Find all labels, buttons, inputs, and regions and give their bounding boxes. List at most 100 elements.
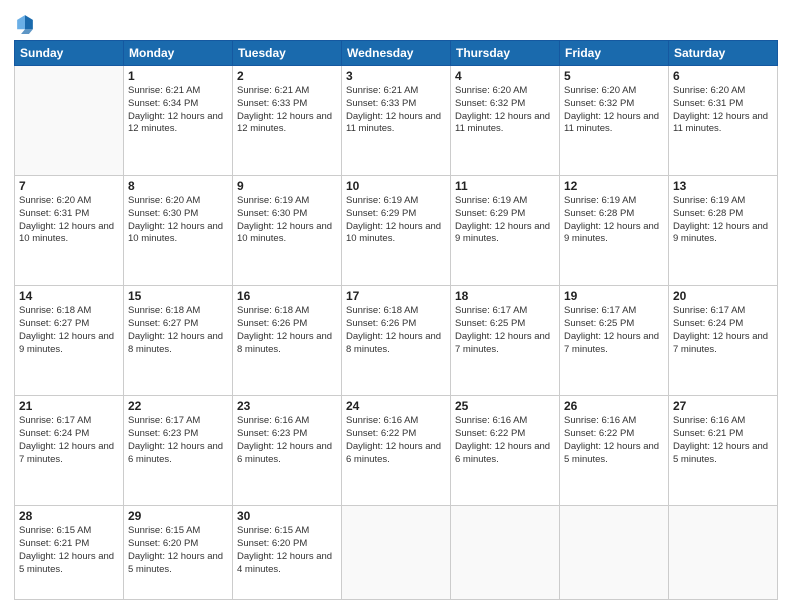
day-info: Sunrise: 6:15 AM Sunset: 6:20 PM Dayligh… [128,525,228,576]
calendar-cell: 14Sunrise: 6:18 AM Sunset: 6:27 PM Dayli… [15,286,124,396]
calendar-cell: 7Sunrise: 6:20 AM Sunset: 6:31 PM Daylig… [15,176,124,286]
calendar-cell: 8 Sunrise: 6:20 AM Sunset: 6:30 PM Daylig… [124,176,233,286]
day-number: 28 [19,509,119,523]
day-of-week-header: Friday [560,41,669,66]
calendar-cell: 10Sunrise: 6:19 AM Sunset: 6:29 PM Dayli… [342,176,451,286]
calendar-cell: 4 Sunrise: 6:20 AM Sunset: 6:32 PM Daylig… [451,66,560,176]
day-number: 30 [237,509,337,523]
day-of-week-header: Wednesday [342,41,451,66]
calendar-cell: 1 Sunrise: 6:21 AM Sunset: 6:34 PM Daylig… [124,66,233,176]
day-info: Sunrise: 6:18 AM Sunset: 6:27 PM Dayligh… [128,305,228,356]
day-number: 4 [455,69,555,83]
day-number: 11 [455,179,555,193]
calendar-cell: 17 Sunrise: 6:18 AM Sunset: 6:26 PM Dayli… [342,286,451,396]
day-info: Sunrise: 6:17 AM Sunset: 6:24 PM Dayligh… [673,305,773,356]
day-number: 29 [128,509,228,523]
calendar-cell: 9 Sunrise: 6:19 AM Sunset: 6:30 PM Daylig… [233,176,342,286]
day-info: Sunrise: 6:18 AM Sunset: 6:26 PM Dayligh… [237,305,337,356]
day-info: Sunrise: 6:18 AM Sunset: 6:27 PM Dayligh… [19,305,119,356]
day-info: Sunrise: 6:16 AM Sunset: 6:22 PM Dayligh… [564,415,664,466]
day-number: 3 [346,69,446,83]
day-of-week-header: Thursday [451,41,560,66]
day-number: 22 [128,399,228,413]
day-number: 18 [455,289,555,303]
day-number: 6 [673,69,773,83]
day-number: 7 [19,179,119,193]
day-info: Sunrise: 6:21 AM Sunset: 6:34 PM Dayligh… [128,85,228,136]
day-number: 1 [128,69,228,83]
calendar-cell: 25Sunrise: 6:16 AM Sunset: 6:22 PM Dayli… [451,396,560,506]
day-of-week-header: Saturday [669,41,778,66]
day-number: 5 [564,69,664,83]
day-info: Sunrise: 6:16 AM Sunset: 6:21 PM Dayligh… [673,415,773,466]
day-number: 15 [128,289,228,303]
calendar-cell: 13Sunrise: 6:19 AM Sunset: 6:28 PM Dayli… [669,176,778,286]
day-number: 2 [237,69,337,83]
day-info: Sunrise: 6:16 AM Sunset: 6:22 PM Dayligh… [455,415,555,466]
calendar-cell [451,506,560,600]
calendar-cell: 24Sunrise: 6:16 AM Sunset: 6:22 PM Dayli… [342,396,451,506]
day-number: 24 [346,399,446,413]
day-info: Sunrise: 6:15 AM Sunset: 6:21 PM Dayligh… [19,525,119,576]
day-number: 27 [673,399,773,413]
calendar-cell: 28 Sunrise: 6:15 AM Sunset: 6:21 PM Dayli… [15,506,124,600]
calendar-cell: 6 Sunrise: 6:20 AM Sunset: 6:31 PM Daylig… [669,66,778,176]
calendar-cell [669,506,778,600]
calendar-week-row: 21 Sunrise: 6:17 AM Sunset: 6:24 PM Dayli… [15,396,778,506]
calendar-cell: 27 Sunrise: 6:16 AM Sunset: 6:21 PM Dayli… [669,396,778,506]
day-info: Sunrise: 6:19 AM Sunset: 6:30 PM Dayligh… [237,195,337,246]
day-info: Sunrise: 6:19 AM Sunset: 6:29 PM Dayligh… [455,195,555,246]
calendar-table: SundayMondayTuesdayWednesdayThursdayFrid… [14,40,778,600]
day-number: 10 [346,179,446,193]
day-info: Sunrise: 6:21 AM Sunset: 6:33 PM Dayligh… [237,85,337,136]
day-number: 21 [19,399,119,413]
logo [14,12,38,34]
day-number: 9 [237,179,337,193]
calendar-cell: 29 Sunrise: 6:15 AM Sunset: 6:20 PM Dayli… [124,506,233,600]
day-info: Sunrise: 6:20 AM Sunset: 6:30 PM Dayligh… [128,195,228,246]
day-number: 20 [673,289,773,303]
day-number: 26 [564,399,664,413]
calendar-cell [342,506,451,600]
day-number: 17 [346,289,446,303]
calendar-cell: 26 Sunrise: 6:16 AM Sunset: 6:22 PM Dayli… [560,396,669,506]
calendar-week-row: 28 Sunrise: 6:15 AM Sunset: 6:21 PM Dayli… [15,506,778,600]
calendar-week-row: 7Sunrise: 6:20 AM Sunset: 6:31 PM Daylig… [15,176,778,286]
calendar-cell: 12 Sunrise: 6:19 AM Sunset: 6:28 PM Dayli… [560,176,669,286]
day-info: Sunrise: 6:20 AM Sunset: 6:31 PM Dayligh… [673,85,773,136]
day-info: Sunrise: 6:20 AM Sunset: 6:32 PM Dayligh… [455,85,555,136]
calendar-cell: 16 Sunrise: 6:18 AM Sunset: 6:26 PM Dayli… [233,286,342,396]
calendar-cell: 5 Sunrise: 6:20 AM Sunset: 6:32 PM Daylig… [560,66,669,176]
calendar-week-row: 14Sunrise: 6:18 AM Sunset: 6:27 PM Dayli… [15,286,778,396]
day-number: 12 [564,179,664,193]
day-number: 16 [237,289,337,303]
day-info: Sunrise: 6:21 AM Sunset: 6:33 PM Dayligh… [346,85,446,136]
day-info: Sunrise: 6:19 AM Sunset: 6:28 PM Dayligh… [564,195,664,246]
page: SundayMondayTuesdayWednesdayThursdayFrid… [0,0,792,612]
day-info: Sunrise: 6:17 AM Sunset: 6:23 PM Dayligh… [128,415,228,466]
day-number: 8 [128,179,228,193]
day-number: 19 [564,289,664,303]
day-of-week-header: Sunday [15,41,124,66]
logo-icon [14,12,36,34]
day-info: Sunrise: 6:18 AM Sunset: 6:26 PM Dayligh… [346,305,446,356]
day-info: Sunrise: 6:19 AM Sunset: 6:28 PM Dayligh… [673,195,773,246]
header [14,12,778,34]
day-info: Sunrise: 6:17 AM Sunset: 6:24 PM Dayligh… [19,415,119,466]
day-info: Sunrise: 6:17 AM Sunset: 6:25 PM Dayligh… [455,305,555,356]
day-of-week-header: Monday [124,41,233,66]
calendar-cell: 23Sunrise: 6:16 AM Sunset: 6:23 PM Dayli… [233,396,342,506]
calendar-cell: 30 Sunrise: 6:15 AM Sunset: 6:20 PM Dayli… [233,506,342,600]
calendar-cell: 21 Sunrise: 6:17 AM Sunset: 6:24 PM Dayli… [15,396,124,506]
calendar-cell: 22 Sunrise: 6:17 AM Sunset: 6:23 PM Dayli… [124,396,233,506]
calendar-cell: 19 Sunrise: 6:17 AM Sunset: 6:25 PM Dayli… [560,286,669,396]
calendar-cell: 3 Sunrise: 6:21 AM Sunset: 6:33 PM Daylig… [342,66,451,176]
calendar-header-row: SundayMondayTuesdayWednesdayThursdayFrid… [15,41,778,66]
day-info: Sunrise: 6:17 AM Sunset: 6:25 PM Dayligh… [564,305,664,356]
calendar-cell: 2 Sunrise: 6:21 AM Sunset: 6:33 PM Daylig… [233,66,342,176]
day-info: Sunrise: 6:20 AM Sunset: 6:32 PM Dayligh… [564,85,664,136]
calendar-cell: 11 Sunrise: 6:19 AM Sunset: 6:29 PM Dayli… [451,176,560,286]
calendar-cell: 20 Sunrise: 6:17 AM Sunset: 6:24 PM Dayli… [669,286,778,396]
calendar-week-row: 1 Sunrise: 6:21 AM Sunset: 6:34 PM Daylig… [15,66,778,176]
day-info: Sunrise: 6:15 AM Sunset: 6:20 PM Dayligh… [237,525,337,576]
